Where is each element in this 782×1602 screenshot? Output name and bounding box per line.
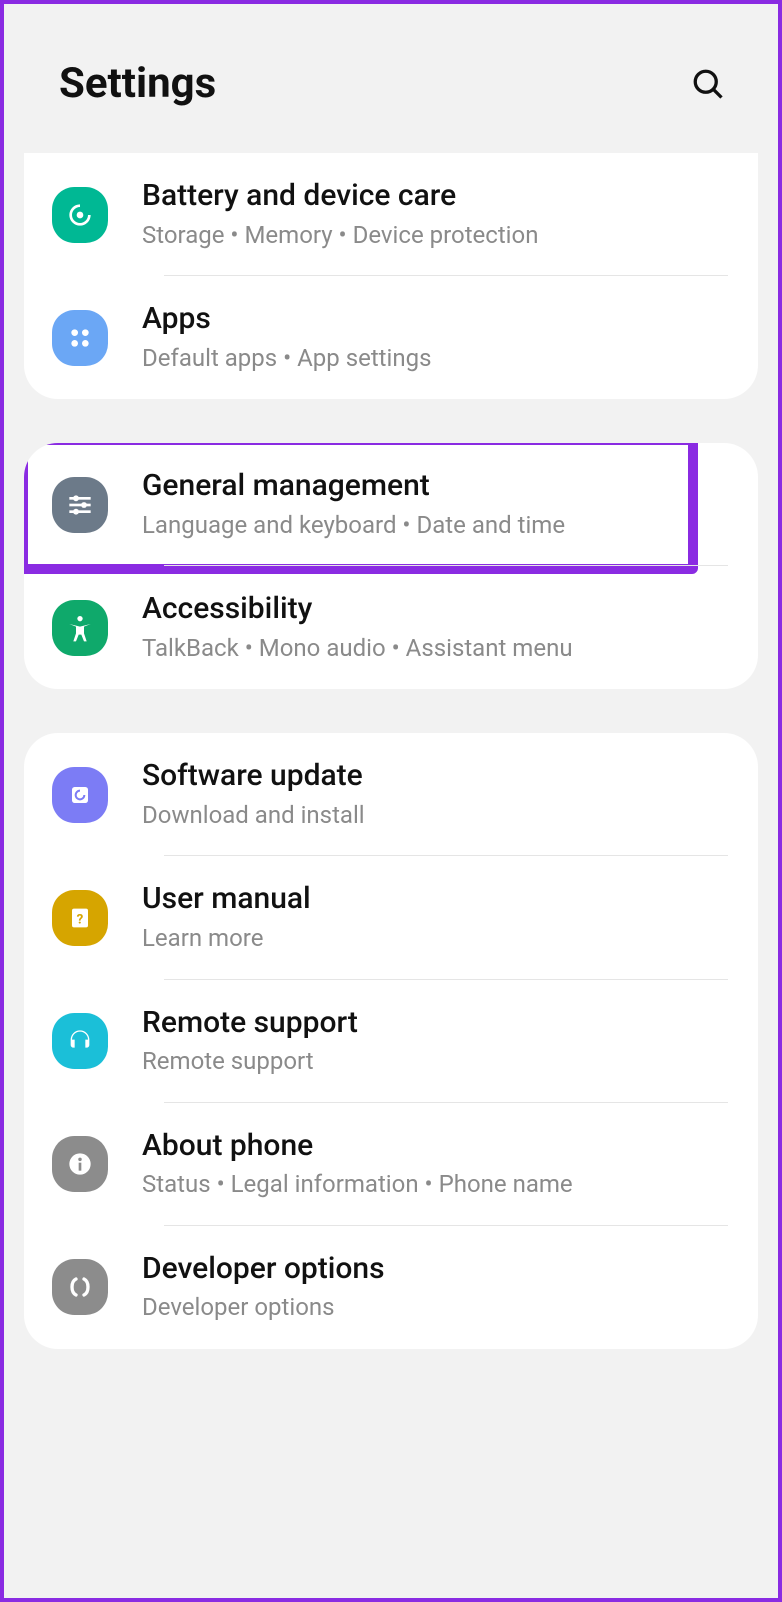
item-title: Apps <box>142 300 734 338</box>
settings-group: Battery and device care Storage • Memory… <box>24 153 758 399</box>
apps-icon <box>52 310 108 366</box>
item-subtitle: TalkBack • Mono audio • Assistant menu <box>142 632 734 666</box>
item-subtitle: Default apps • App settings <box>142 342 734 376</box>
item-battery-device-care[interactable]: Battery and device care Storage • Memory… <box>24 153 758 276</box>
header: Settings <box>4 4 778 153</box>
svg-text:?: ? <box>77 912 84 927</box>
item-general-management[interactable]: General management Language and keyboard… <box>24 443 758 566</box>
search-icon[interactable] <box>688 64 728 104</box>
item-subtitle: Developer options <box>142 1291 734 1325</box>
item-title: General management <box>142 467 734 505</box>
item-title: Accessibility <box>142 590 734 628</box>
item-remote-support[interactable]: Remote support Remote support <box>24 980 758 1103</box>
manual-icon: ? <box>52 890 108 946</box>
sliders-icon <box>52 477 108 533</box>
item-title: Remote support <box>142 1004 734 1042</box>
item-title: User manual <box>142 880 734 918</box>
device-care-icon <box>52 187 108 243</box>
item-subtitle: Learn more <box>142 922 734 956</box>
settings-group: Software update Download and install ? U… <box>24 733 758 1348</box>
item-subtitle: Storage • Memory • Device protection <box>142 219 734 253</box>
item-accessibility[interactable]: Accessibility TalkBack • Mono audio • As… <box>24 566 758 689</box>
item-developer-options[interactable]: Developer options Developer options <box>24 1226 758 1349</box>
item-title: Battery and device care <box>142 177 734 215</box>
item-subtitle: Download and install <box>142 799 734 833</box>
item-subtitle: Status • Legal information • Phone name <box>142 1168 734 1202</box>
item-subtitle: Language and keyboard • Date and time <box>142 509 734 543</box>
item-title: About phone <box>142 1127 734 1165</box>
developer-icon <box>52 1259 108 1315</box>
item-title: Developer options <box>142 1250 734 1288</box>
info-icon <box>52 1136 108 1192</box>
accessibility-icon <box>52 600 108 656</box>
item-user-manual[interactable]: ? User manual Learn more <box>24 856 758 979</box>
item-subtitle: Remote support <box>142 1045 734 1079</box>
item-software-update[interactable]: Software update Download and install <box>24 733 758 856</box>
update-icon <box>52 767 108 823</box>
item-about-phone[interactable]: About phone Status • Legal information •… <box>24 1103 758 1226</box>
item-apps[interactable]: Apps Default apps • App settings <box>24 276 758 399</box>
item-title: Software update <box>142 757 734 795</box>
settings-group: General management Language and keyboard… <box>24 443 758 689</box>
headset-icon <box>52 1013 108 1069</box>
page-title: Settings <box>59 59 216 108</box>
